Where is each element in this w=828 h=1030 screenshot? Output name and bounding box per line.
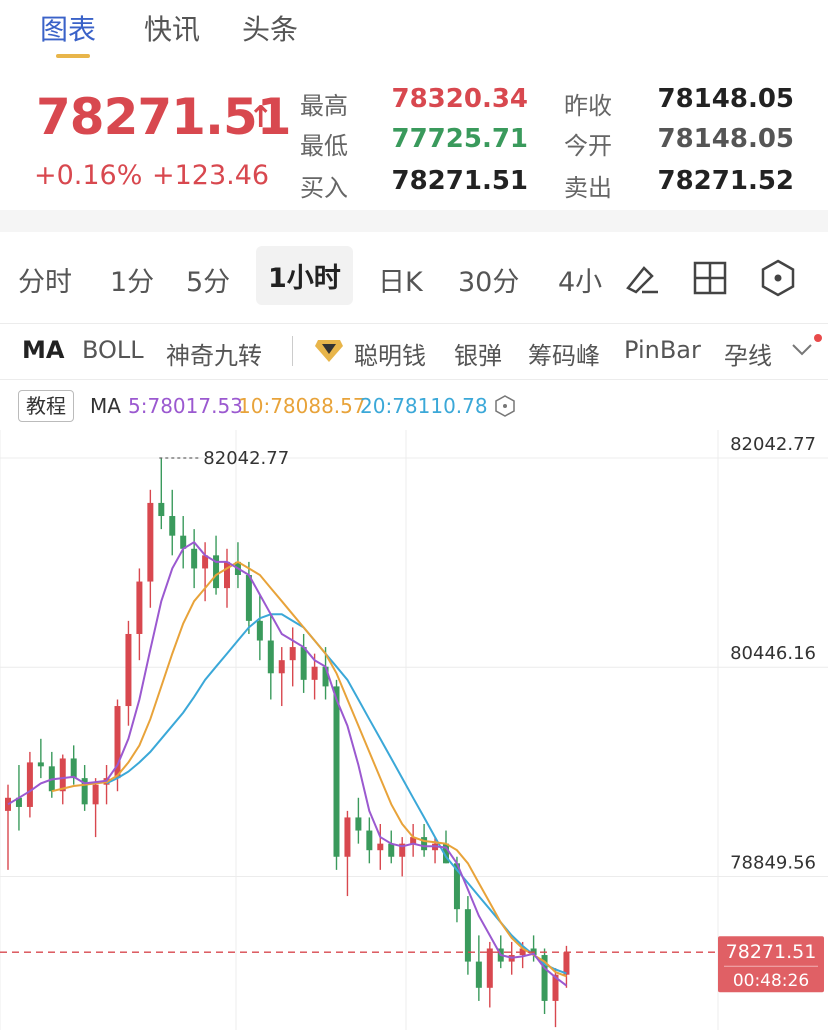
candle-body <box>278 660 285 674</box>
candle-body <box>377 843 384 851</box>
candle-body <box>475 961 482 988</box>
candle-body <box>136 581 143 634</box>
candle-body <box>311 666 318 680</box>
candle-body <box>421 837 428 851</box>
period-4h[interactable]: 4小 <box>558 260 604 299</box>
period-30m[interactable]: 30分 <box>458 260 519 299</box>
diamond-icon <box>315 340 343 362</box>
candle-body <box>486 948 493 988</box>
candle-body <box>256 620 263 641</box>
y-tick-label: 80446.16 <box>730 643 816 664</box>
candle-body <box>70 758 77 779</box>
candle-body <box>169 516 176 536</box>
tutorial-button[interactable]: 教程 <box>18 390 74 422</box>
section-divider <box>0 210 828 232</box>
candle-body <box>333 686 340 857</box>
chevron-down-icon[interactable] <box>790 342 814 358</box>
prev-close-value: 78148.05 <box>657 84 794 114</box>
candlestick-chart[interactable]: 82042.77 80446.16 78849.56 82042.77 78271.51… <box>0 430 828 1030</box>
active-tab-indicator <box>56 54 90 58</box>
high-marker-label: 82042.77 <box>203 448 289 469</box>
ma-settings-icon[interactable] <box>494 394 516 418</box>
candle-body <box>147 502 154 582</box>
change-percent: +0.16% <box>34 160 143 191</box>
indicator-inside-bar[interactable]: 孕线 <box>724 336 772 371</box>
candle-body <box>563 952 570 975</box>
indicator-silver-bullet[interactable]: 银弹 <box>454 336 502 371</box>
candle-body <box>344 817 351 857</box>
period-1m[interactable]: 1分 <box>110 260 154 299</box>
y-tick-label: 82042.77 <box>730 434 816 455</box>
ma5-value: 5:78017.53 <box>128 394 243 418</box>
chart-grid <box>0 430 828 1030</box>
indicator-divider <box>292 336 293 366</box>
candle-body <box>158 502 165 517</box>
period-timeshare[interactable]: 分时 <box>18 260 72 299</box>
candle-body <box>37 762 44 767</box>
candle-body <box>388 843 395 857</box>
ma10-value: 10:78088.57 <box>238 394 366 418</box>
candle-body <box>59 758 66 792</box>
indicator-ma[interactable]: MA <box>22 336 64 364</box>
candle-body <box>92 784 99 805</box>
top-tabs: 图表 快讯 头条 <box>0 0 828 60</box>
indicator-bar: MA BOLL 神奇九转 聪明钱 银弹 筹码峰 PinBar 孕线 <box>0 324 828 380</box>
ma-label: MA <box>90 394 121 418</box>
ma20-value: 20:78110.78 <box>360 394 488 418</box>
high-value: 78320.34 <box>391 84 528 114</box>
chart-labels: 82042.77 80446.16 78849.56 82042.77 78271.51… <box>0 434 824 993</box>
open-label: 今开 <box>564 132 612 160</box>
change-amount: +123.46 <box>152 160 270 191</box>
notification-dot <box>814 334 822 342</box>
period-bar: 分时 1分 5分 1小时 日K 30分 4小 <box>0 232 828 324</box>
candle-body <box>267 640 274 674</box>
tab-news-flash[interactable]: 快讯 <box>144 8 200 48</box>
indicator-chip-peak[interactable]: 筹码峰 <box>528 336 600 371</box>
grid-layout-icon[interactable] <box>690 258 730 298</box>
tab-chart[interactable]: 图表 <box>40 8 96 48</box>
high-label: 最高 <box>300 92 348 120</box>
draw-tool-icon[interactable] <box>622 258 662 298</box>
up-arrow-icon: ↑ <box>248 100 274 135</box>
candle-body <box>224 561 230 589</box>
candle-body <box>464 909 471 962</box>
candle-body <box>5 797 11 811</box>
sell-value: 78271.52 <box>657 166 794 196</box>
candle-body <box>191 548 198 569</box>
candle-body <box>300 647 307 680</box>
candle-body <box>289 647 296 661</box>
indicator-magic-nine[interactable]: 神奇九转 <box>166 336 262 371</box>
tab-headlines[interactable]: 头条 <box>242 8 298 48</box>
sell-label: 卖出 <box>564 174 612 202</box>
candle-body <box>355 817 362 831</box>
candle-body <box>26 762 33 807</box>
open-value: 78148.05 <box>657 124 794 154</box>
indicator-smart-money[interactable]: 聪明钱 <box>354 336 426 371</box>
candle-body <box>125 633 132 707</box>
low-label: 最低 <box>300 132 348 160</box>
current-price-tag-text: 78271.51 <box>726 941 817 963</box>
buy-label: 买入 <box>300 174 348 202</box>
period-1h[interactable]: 1小时 <box>256 246 353 305</box>
indicator-boll[interactable]: BOLL <box>82 336 144 364</box>
candles <box>5 458 570 1028</box>
period-day[interactable]: 日K <box>378 260 423 299</box>
ma-lines <box>7 540 568 987</box>
candle-body <box>245 574 252 621</box>
prev-close-label: 昨收 <box>564 92 612 120</box>
indicator-pinbar[interactable]: PinBar <box>624 336 701 364</box>
low-value: 77725.71 <box>391 124 528 154</box>
settings-hexagon-icon[interactable] <box>758 258 798 298</box>
period-5m[interactable]: 5分 <box>186 260 230 299</box>
candle-body <box>366 830 373 851</box>
y-tick-label: 78849.56 <box>730 852 816 873</box>
buy-value: 78271.51 <box>391 166 528 196</box>
countdown-text: 00:48:26 <box>733 971 809 991</box>
